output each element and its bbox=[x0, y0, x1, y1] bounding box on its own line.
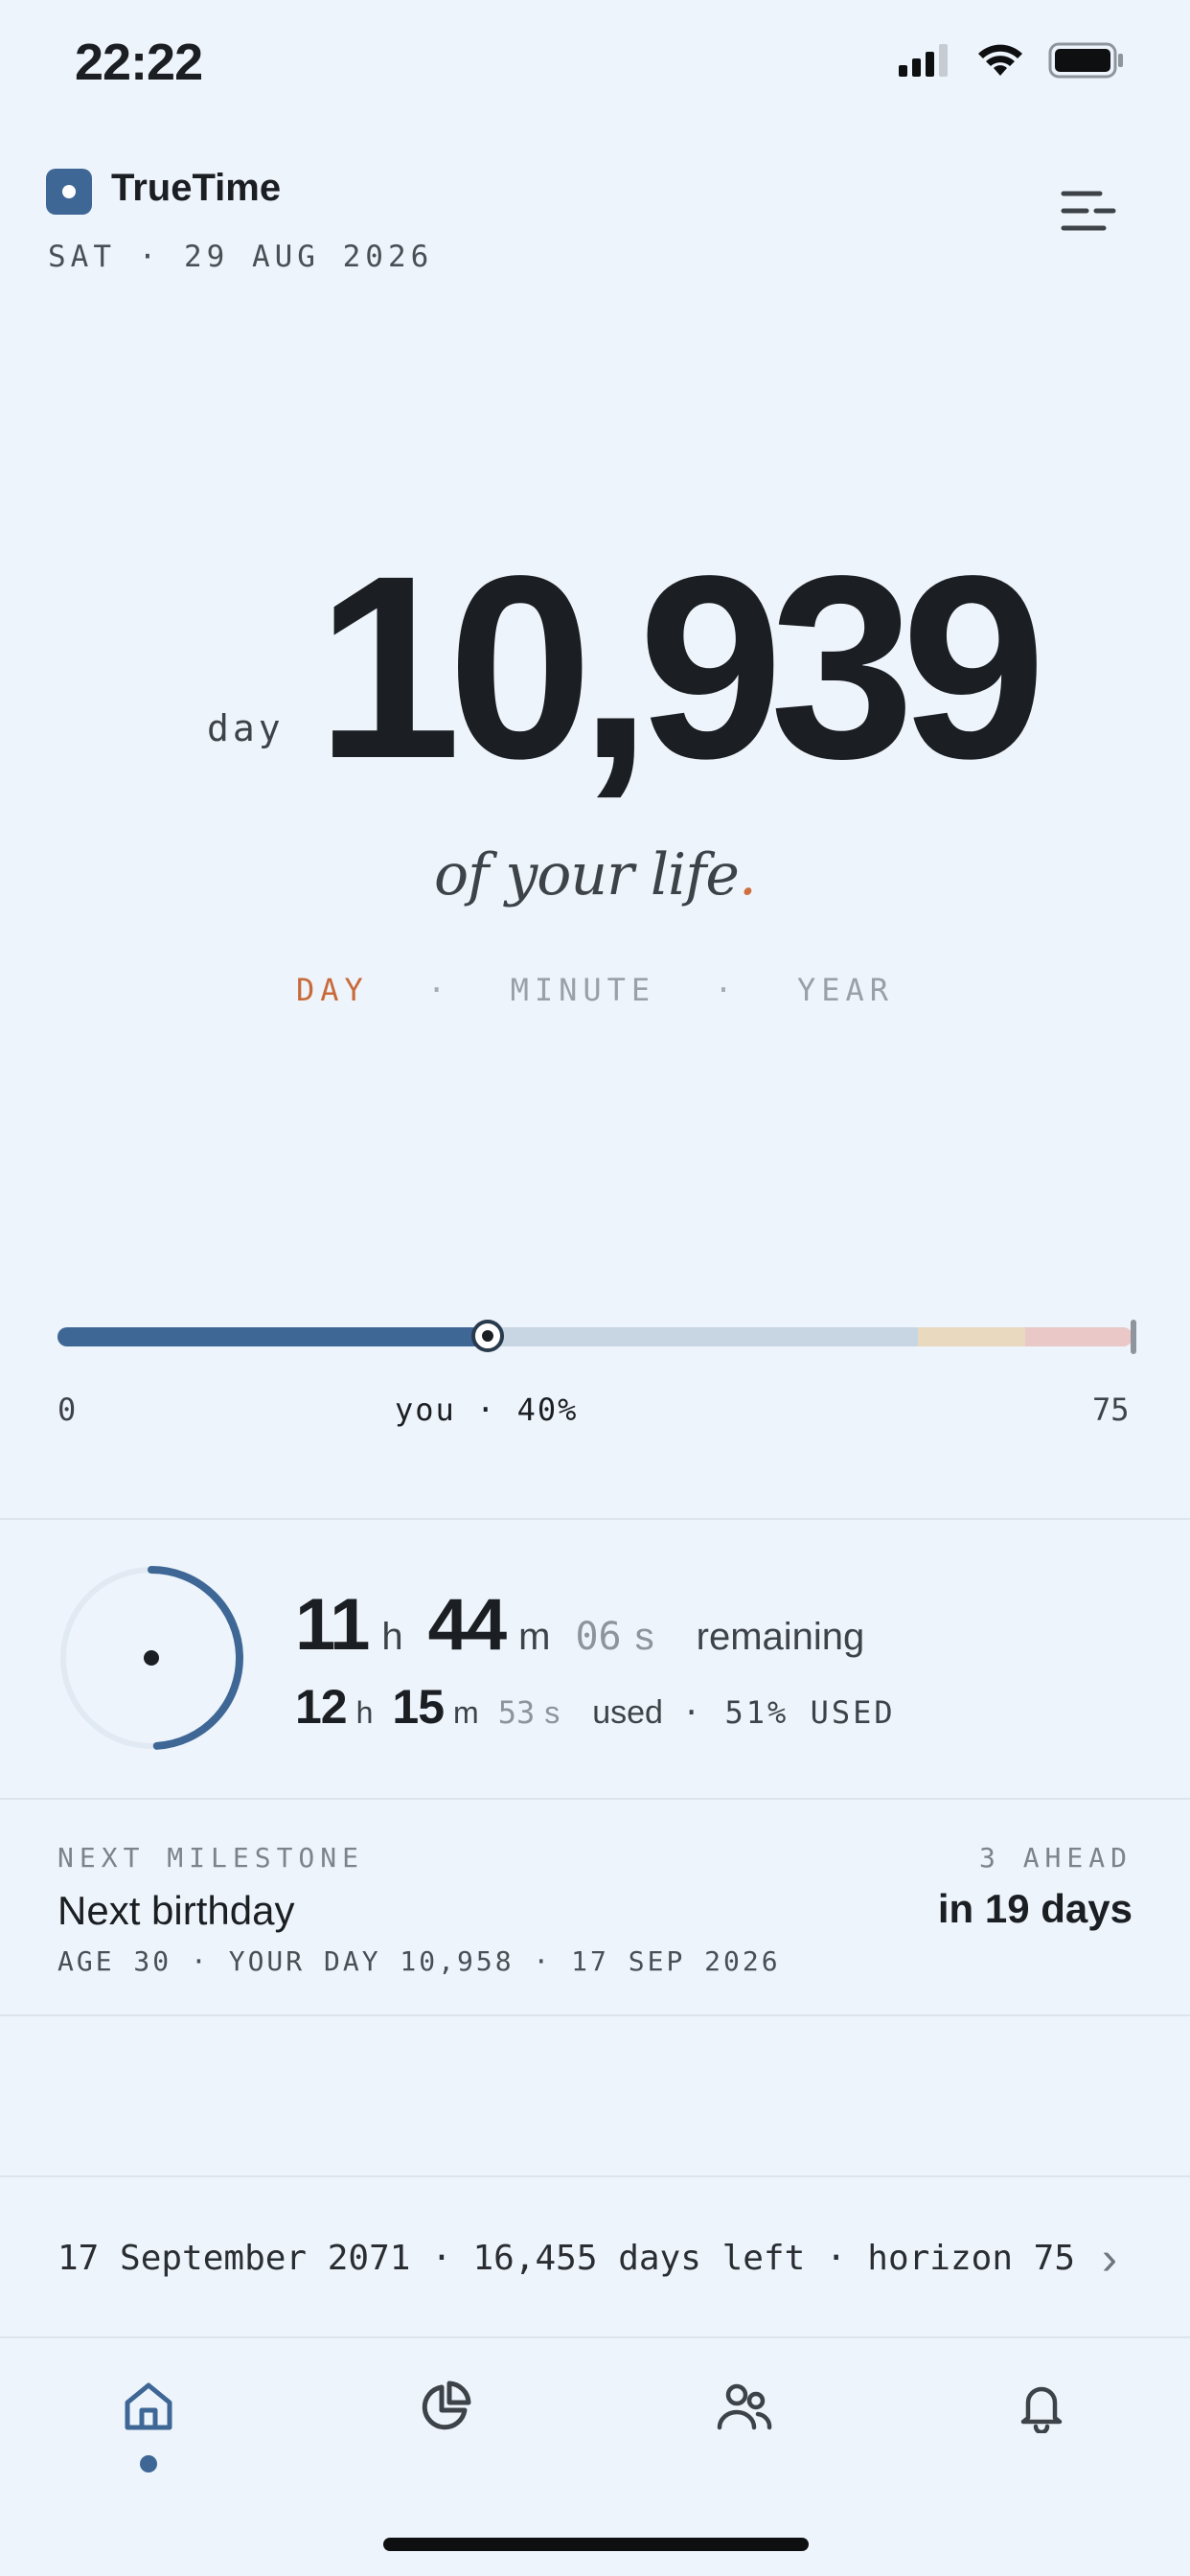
divider bbox=[0, 2014, 1190, 2016]
divider bbox=[0, 1518, 1190, 1520]
divider bbox=[0, 2336, 1190, 2338]
remaining-minutes: 44 bbox=[427, 1584, 508, 1666]
day-progress-arc bbox=[148, 1566, 243, 1750]
home-icon bbox=[125, 2382, 172, 2430]
remaining-hours: 11 bbox=[295, 1584, 370, 1666]
life-progress-later-zone bbox=[917, 1327, 1025, 1346]
time-used: 12 h 15 m 53 s used · 51% USED bbox=[295, 1679, 896, 1735]
tab-alerts[interactable] bbox=[1008, 2373, 1075, 2440]
seconds-unit: s bbox=[544, 1695, 561, 1730]
status-time: 22:22 bbox=[75, 34, 203, 91]
life-progress-handle[interactable] bbox=[470, 1320, 504, 1352]
tagline-text: of your life bbox=[434, 841, 740, 908]
day-counter: 10,939 bbox=[316, 521, 1046, 813]
menu-button[interactable] bbox=[1054, 182, 1121, 240]
day-progress-center-dot bbox=[144, 1650, 159, 1666]
seconds-unit: s bbox=[634, 1616, 654, 1658]
current-date: SAT · 29 AUG 2026 bbox=[48, 240, 434, 274]
milestones-ahead-link[interactable]: 3 AHEAD bbox=[979, 1842, 1133, 1874]
unit-minute-tab[interactable]: MINUTE bbox=[511, 972, 656, 1008]
counter-unit-label: day bbox=[207, 707, 285, 749]
unit-year-tab[interactable]: YEAR bbox=[797, 972, 894, 1008]
minutes-unit: m bbox=[453, 1695, 479, 1730]
life-bar-min-label: 0 bbox=[57, 1392, 77, 1428]
used-percent: · 51% USED bbox=[681, 1694, 896, 1731]
menu-icon bbox=[1061, 191, 1116, 231]
tab-people[interactable] bbox=[711, 2373, 778, 2440]
pie-chart-icon bbox=[422, 2380, 471, 2430]
hours-unit: h bbox=[381, 1616, 403, 1658]
tab-stats[interactable] bbox=[412, 2373, 479, 2440]
minutes-unit: m bbox=[518, 1616, 551, 1658]
unit-day-tab[interactable]: DAY bbox=[296, 972, 369, 1008]
divider bbox=[0, 1798, 1190, 1800]
milestone-title: Next birthday bbox=[57, 1888, 295, 1933]
milestone-detail: AGE 30 · YOUR DAY 10,958 · 17 SEP 2026 bbox=[57, 1945, 781, 1977]
life-progress-end-marker bbox=[1131, 1320, 1136, 1354]
status-icons bbox=[899, 42, 1125, 79]
hours-unit: h bbox=[355, 1695, 374, 1730]
people-icon bbox=[717, 2383, 772, 2430]
app-logo bbox=[46, 169, 92, 215]
used-word: used bbox=[592, 1694, 663, 1731]
unit-switcher: DAY · MINUTE · YEAR bbox=[0, 972, 1190, 1008]
life-bar-max-label: 75 bbox=[1092, 1392, 1130, 1428]
unit-separator: · bbox=[714, 972, 739, 1008]
battery-icon bbox=[1048, 42, 1123, 79]
used-hours: 12 bbox=[295, 1680, 348, 1734]
remaining-word: remaining bbox=[696, 1616, 865, 1658]
active-tab-indicator bbox=[140, 2455, 157, 2472]
unit-separator: · bbox=[427, 972, 452, 1008]
milestone-label: NEXT MILESTONE bbox=[57, 1842, 365, 1874]
signal-icon bbox=[899, 44, 948, 77]
app-title: TrueTime bbox=[111, 167, 282, 209]
home-indicator bbox=[383, 2538, 809, 2551]
wifi-icon bbox=[978, 44, 1022, 76]
tagline-dot: . bbox=[738, 841, 757, 908]
life-progress-fill bbox=[57, 1327, 488, 1346]
day-progress-ring bbox=[60, 1566, 243, 1750]
used-seconds: 53 bbox=[497, 1694, 536, 1731]
divider bbox=[0, 2175, 1190, 2177]
used-minutes: 15 bbox=[392, 1680, 445, 1734]
life-progress-bar bbox=[57, 1320, 1136, 1354]
life-progress-late-zone bbox=[1024, 1327, 1133, 1346]
remaining-seconds: 06 bbox=[575, 1615, 622, 1659]
life-bar-you-label: you · 40% bbox=[395, 1392, 579, 1428]
bell-icon bbox=[1020, 2386, 1063, 2433]
milestone-countdown: in 19 days bbox=[937, 1886, 1133, 1931]
tagline: of your life. bbox=[0, 841, 1190, 908]
chevron-right-icon[interactable]: › bbox=[1102, 2233, 1117, 2286]
time-remaining: 11 h 44 m 06 s remaining bbox=[295, 1583, 864, 1667]
tab-home[interactable] bbox=[115, 2373, 182, 2440]
horizon-row[interactable]: 17 September 2071 · 16,455 days left · h… bbox=[57, 2239, 1075, 2278]
